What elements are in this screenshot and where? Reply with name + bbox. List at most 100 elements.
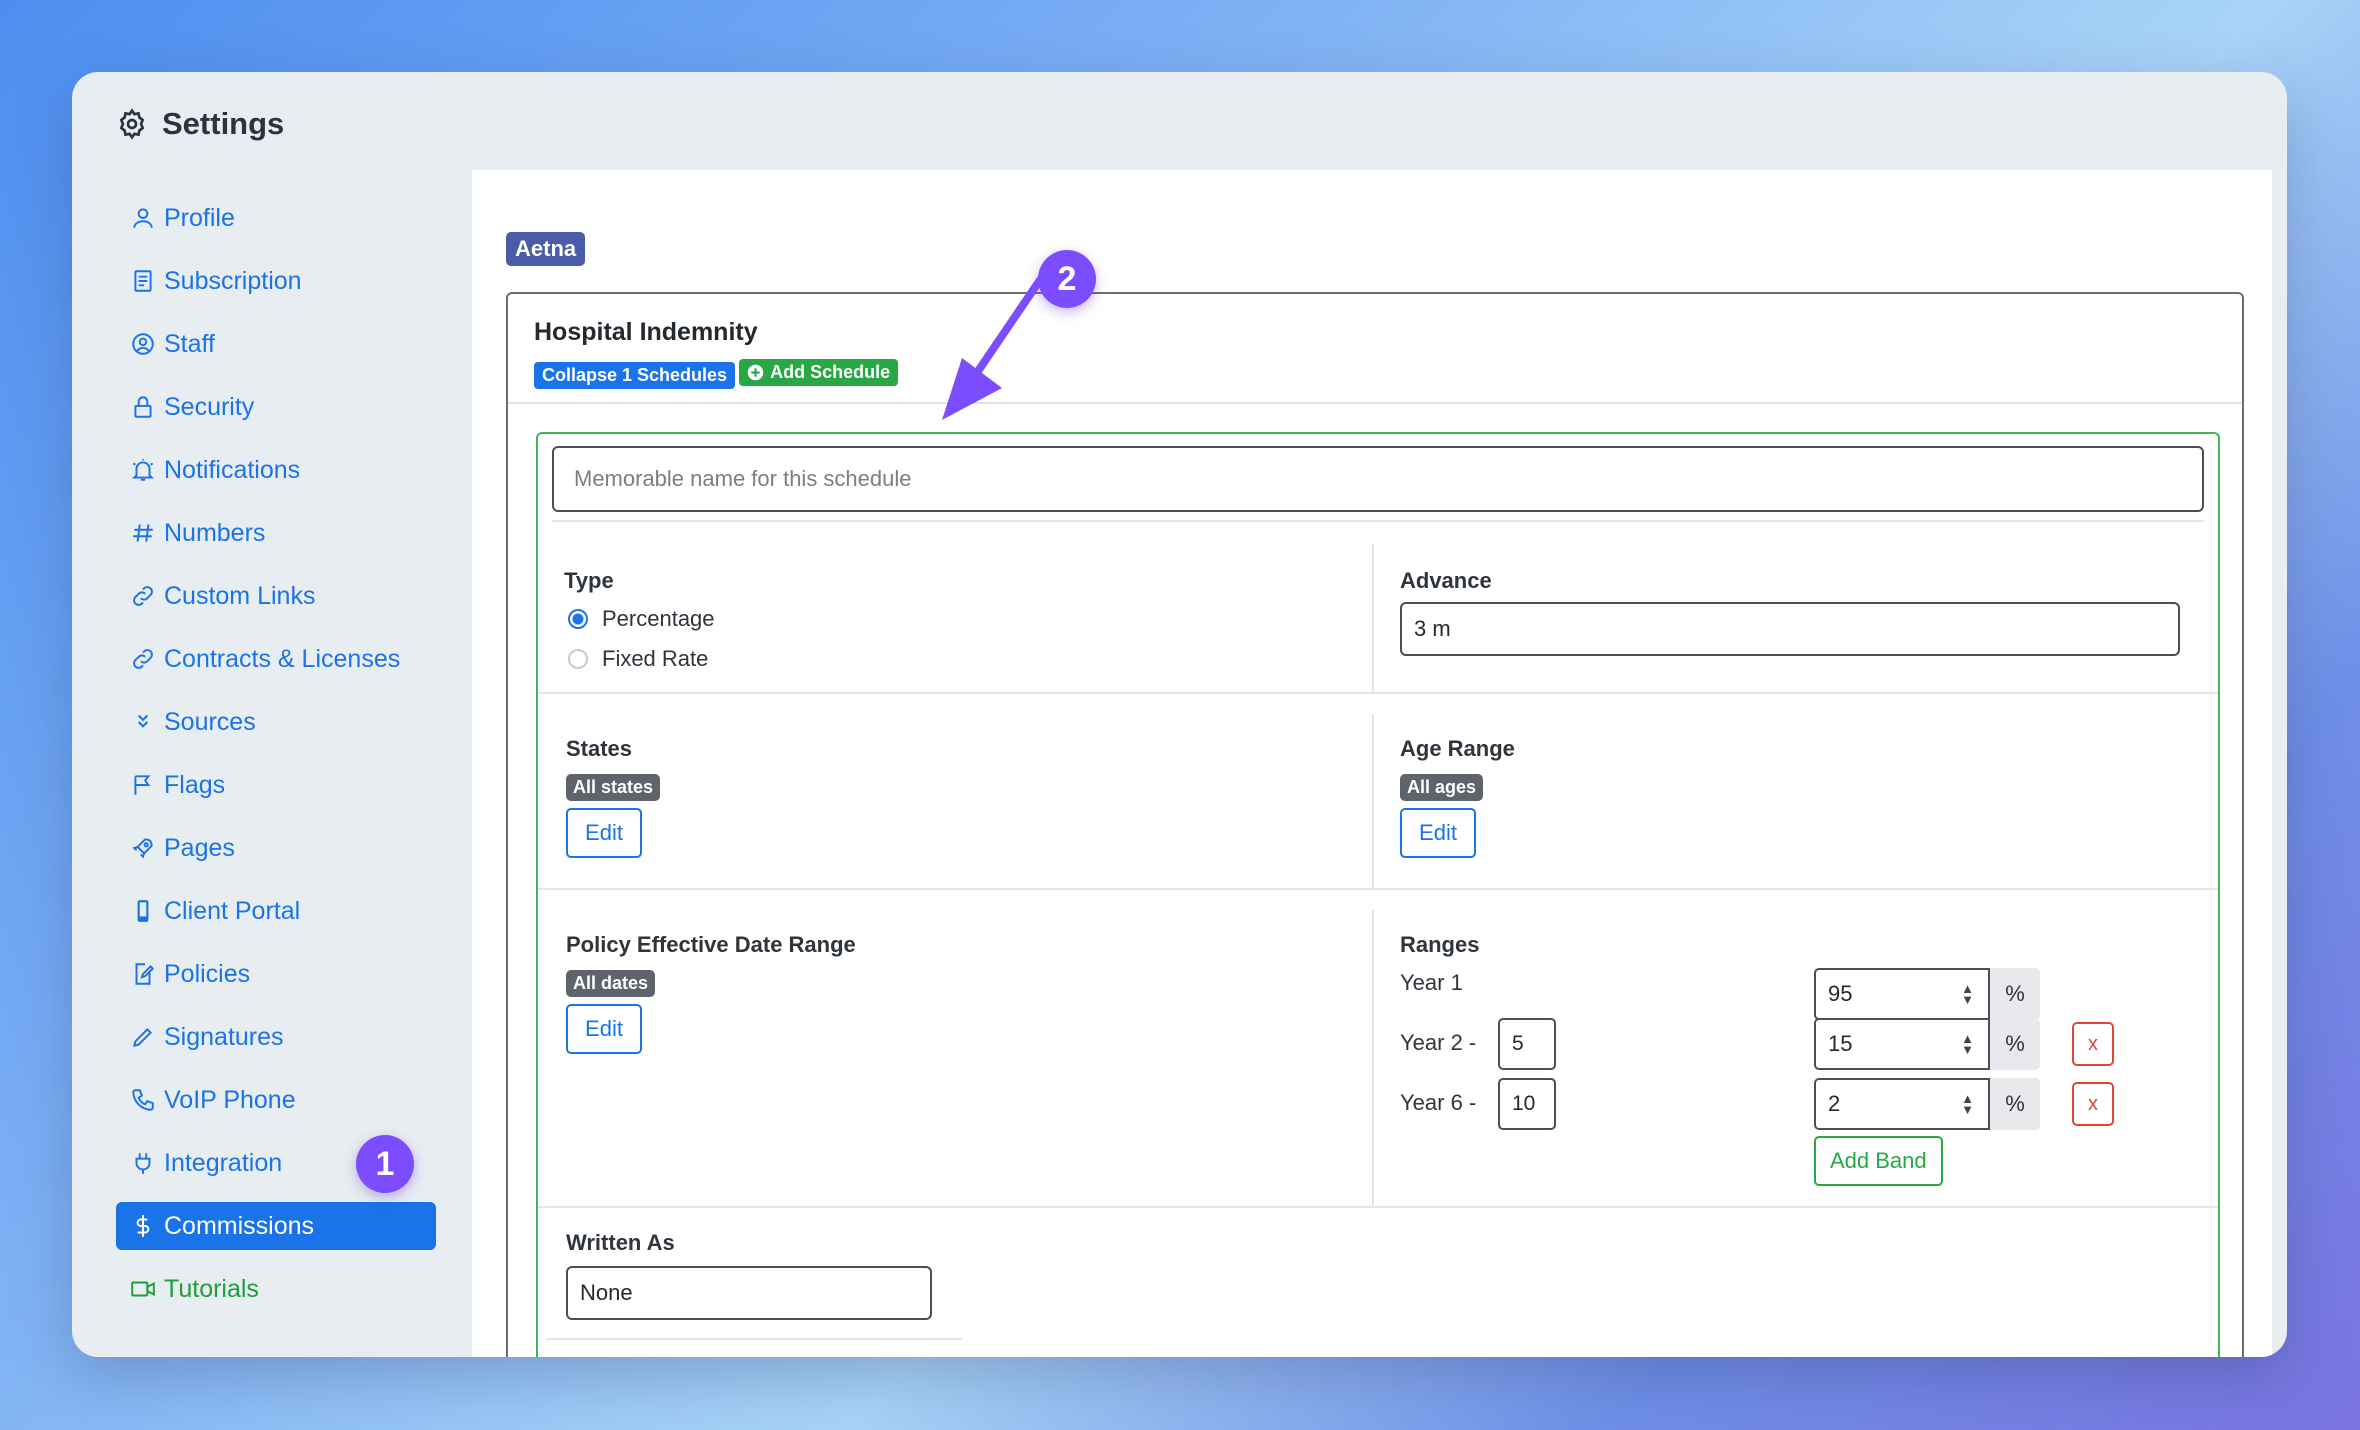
policy-date-badge: All dates [566, 970, 656, 997]
range-value-input[interactable]: 2 ▲ ▼ % [1814, 1078, 2040, 1130]
range-start-input[interactable]: 10 [1498, 1078, 1556, 1130]
sidebar-item-policies[interactable]: Policies [116, 950, 436, 998]
sidebar-item-sources[interactable]: Sources [116, 698, 436, 746]
user-icon [133, 208, 153, 228]
column-divider [1372, 544, 1374, 692]
sidebar-item-voip-phone[interactable]: VoIP Phone [116, 1076, 436, 1124]
spinner-icon[interactable]: ▲ ▼ [1961, 1032, 1974, 1056]
sidebar-item-pages[interactable]: Pages [116, 824, 436, 872]
flag-icon [134, 775, 151, 795]
type-option-fixed-rate[interactable]: Fixed Rate [568, 646, 708, 672]
annotation-arrow-icon [942, 276, 1044, 420]
product-title: Hospital Indemnity [534, 318, 758, 346]
phone-icon [137, 900, 149, 922]
advance-label: Advance [1400, 568, 1492, 593]
hash-icon [133, 524, 153, 542]
sidebar-item-notifications[interactable]: Notifications [116, 446, 436, 494]
sidebar-item-client-portal[interactable]: Client Portal [116, 887, 436, 935]
divider [552, 520, 2204, 522]
delete-band-button[interactable]: x [2072, 1082, 2114, 1126]
sidebar-item-label: Client Portal [164, 896, 301, 925]
spinner-icon[interactable]: ▲ ▼ [1961, 1092, 1974, 1116]
type-option-percentage[interactable]: Percentage [568, 606, 715, 632]
sidebar-item-label: Signatures [164, 1022, 284, 1051]
person-circle-icon [132, 333, 154, 355]
sidebar-item-label: Sources [164, 707, 256, 736]
sidebar-item-commissions[interactable]: Commissions [116, 1202, 436, 1250]
range-value: 95 [1828, 981, 1853, 1006]
gear-icon [119, 108, 145, 140]
sidebar-item-custom-links[interactable]: Custom Links [116, 572, 436, 620]
sidebar-item-flags[interactable]: Flags [116, 761, 436, 809]
link-icon [133, 586, 153, 606]
sidebar-item-profile[interactable]: Profile [116, 194, 436, 242]
sidebar-item-label: Flags [164, 770, 226, 799]
link-icon [133, 649, 153, 669]
states-age-row: States All states Edit Age Range All age… [538, 714, 2218, 890]
sidebar-item-tutorials[interactable]: Tutorials [116, 1265, 436, 1313]
range-start-input[interactable]: 5 [1498, 1018, 1556, 1070]
delete-band-button[interactable]: x [2072, 1022, 2114, 1066]
type-advance-row: Type Percentage Fixed Rate Advance [538, 544, 2218, 694]
dates-ranges-row: Policy Effective Date Range All dates Ed… [538, 910, 2218, 1208]
chevrons-down-icon [137, 714, 149, 728]
sidebar-item-security[interactable]: Security [116, 383, 436, 431]
schedule-name-input[interactable] [552, 446, 2204, 512]
range-value-input[interactable]: 95 ▲ ▼ % [1814, 968, 2040, 1020]
commissions-panel: Aetna Hospital Indemnity Collapse 1 Sche… [472, 170, 2272, 1357]
collapse-schedules-button[interactable]: Collapse 1 Schedules [534, 362, 736, 389]
advance-input[interactable] [1400, 602, 2180, 656]
ranges-label: Ranges [1400, 932, 1480, 957]
document-edit-icon [135, 963, 155, 985]
sidebar-item-staff[interactable]: Staff [116, 320, 436, 368]
sidebar-item-label: Tutorials [164, 1274, 259, 1303]
video-icon [131, 1281, 155, 1297]
range-value: 15 [1828, 1031, 1853, 1056]
sidebar-item-label: Contracts & Licenses [164, 644, 401, 673]
step-annotation-1: 1 [356, 1135, 414, 1193]
column-divider [1372, 714, 1374, 888]
age-range-badge: All ages [1400, 774, 1484, 801]
sidebar-item-contracts-licenses[interactable]: Contracts & Licenses [116, 635, 436, 683]
written-as-label: Written As [566, 1230, 675, 1255]
age-range-edit-button[interactable]: Edit [1400, 808, 1476, 858]
states-badge: All states [566, 774, 661, 801]
plug-icon [135, 1153, 151, 1174]
policy-date-edit-button[interactable]: Edit [566, 1004, 642, 1054]
pen-icon [132, 1028, 152, 1048]
sidebar-item-signatures[interactable]: Signatures [116, 1013, 436, 1061]
sidebar-item-label: Commissions [164, 1211, 315, 1240]
sidebar-item-label: VoIP Phone [164, 1085, 296, 1114]
spinner-icon[interactable]: ▲ ▼ [1961, 982, 1974, 1006]
range-value: 2 [1828, 1091, 1841, 1116]
sidebar-item-label: Notifications [164, 455, 301, 484]
radio-unselected[interactable] [568, 649, 588, 669]
add-band-button[interactable]: Add Band [1814, 1136, 1943, 1186]
range-row-label: Year 1 [1400, 970, 1463, 995]
lock-icon [134, 396, 152, 418]
sidebar-item-label: Custom Links [164, 581, 316, 610]
written-as-select[interactable]: None [566, 1266, 932, 1320]
sidebar-item-label: Policies [164, 959, 251, 988]
divider [546, 1338, 962, 1340]
rocket-icon [132, 838, 153, 859]
add-schedule-button[interactable]: Add Schedule [739, 359, 899, 386]
settings-window: Settings Profile Subscription Staff Secu… [72, 72, 2287, 1357]
radio-label: Fixed Rate [602, 646, 709, 671]
states-label: States [566, 736, 633, 761]
sidebar-item-subscription[interactable]: Subscription [116, 257, 436, 305]
sidebar-item-numbers[interactable]: Numbers [116, 509, 436, 557]
sidebar-item-label: Subscription [164, 266, 302, 295]
sidebar-item-label: Pages [164, 833, 235, 862]
range-row-label: Year 6 - [1400, 1090, 1477, 1115]
age-range-label: Age Range [1400, 736, 1515, 761]
add-schedule-label: Add Schedule [770, 362, 891, 382]
states-edit-button[interactable]: Edit [566, 808, 642, 858]
sidebar-item-label: Integration [164, 1148, 283, 1177]
schedule-form: Type Percentage Fixed Rate Advance S [536, 432, 2220, 1357]
percent-addon: % [1990, 1078, 2040, 1130]
radio-selected[interactable] [568, 609, 588, 629]
range-value-input[interactable]: 15 ▲ ▼ % [1814, 1018, 2040, 1070]
percent-addon: % [1990, 968, 2040, 1020]
type-label: Type [564, 568, 614, 593]
